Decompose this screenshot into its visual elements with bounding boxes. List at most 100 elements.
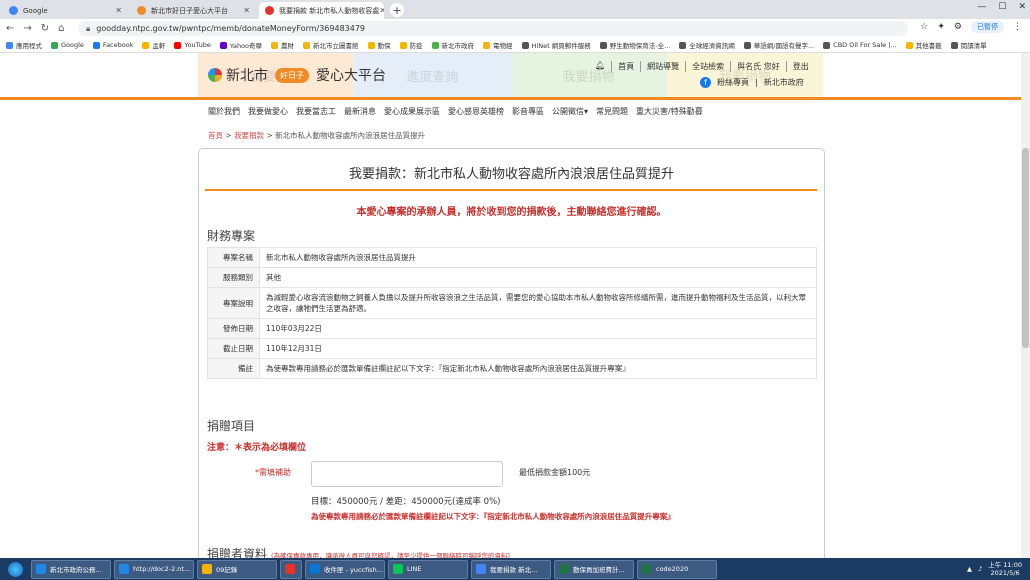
bookmark-item[interactable]: 全球經濟資訊網 (679, 40, 735, 50)
bookmark-item[interactable]: 農財 (271, 40, 294, 50)
table-row: 專案說明 為減輕愛心收容流浪動物之飼養人負擔以及提升所收容浪浪之生活品質，需要您的… (207, 287, 817, 319)
nav-item[interactable]: 常見問題 (596, 106, 628, 117)
bookmark-item[interactable]: 閱讀清單 (950, 40, 987, 50)
volume-icon[interactable]: ♪ (978, 565, 982, 573)
tab-close-icon[interactable]: ✕ (379, 6, 384, 15)
top-link[interactable]: 與名氏 您好 (737, 61, 787, 72)
browser-tab[interactable]: 我要捐款 新北市私人動物收容處 ✕ (259, 2, 384, 19)
taskbar-item[interactable]: 動保員加班費計... (554, 559, 634, 579)
bookmark-item[interactable]: Facebook (92, 41, 134, 49)
home-icon[interactable]: ⌂ (58, 23, 64, 34)
top-link[interactable]: 首頁 (618, 61, 642, 72)
bookmark-item[interactable]: 野生動物保育法-全... (599, 40, 670, 50)
site-logo[interactable]: 新北市 好日子 愛心大平台 (208, 65, 386, 85)
bookmark-item[interactable]: 其他書籤 (905, 40, 942, 50)
url-input[interactable]: 🔒︎ goodday.ntpc.gov.tw/pwntpc/memb/donat… (78, 21, 908, 36)
maximize-icon[interactable]: ☐ (998, 2, 1006, 12)
extension-icon[interactable]: ✦ (937, 22, 945, 32)
taskbar-item[interactable]: LINE (388, 559, 468, 579)
puzzle-icon[interactable]: ⚙ (954, 22, 962, 32)
bookmark-item[interactable]: 新北市立圖書館 (303, 40, 359, 50)
bookmark-item[interactable]: CBD Oil For Sale |... (823, 41, 897, 49)
bookmark-item[interactable]: 華語網/國語有聲字... (743, 40, 814, 50)
app-icon (642, 564, 652, 574)
minimize-icon[interactable]: — (977, 2, 986, 12)
bg-tab[interactable]: 我要捐物 (666, 53, 823, 98)
bookmark-item[interactable]: 動保 (367, 40, 391, 50)
top-link[interactable]: 全站檢索 (692, 61, 732, 72)
bell-icon[interactable]: 🔔︎ (595, 61, 613, 72)
taskbar-item[interactable]: 收件匣 - yuccfish... (305, 559, 385, 579)
browser-tab[interactable]: 新北市好日子愛心大平台 ✕ (131, 2, 256, 19)
bookmark-item[interactable]: 新北市政府 (431, 40, 474, 50)
bookmark-item[interactable]: 電物經 (483, 40, 513, 50)
app-icon (285, 564, 295, 574)
bookmark-item[interactable]: 孟軒 (142, 40, 165, 50)
row-label: 截止日期 (207, 338, 260, 359)
nav-item[interactable]: 公開徵信▾ (552, 106, 588, 117)
nav-item[interactable]: 我要做愛心 (248, 106, 288, 117)
bookmark-item[interactable]: YouTube (174, 41, 211, 49)
nav-item[interactable]: 關於我們 (208, 106, 240, 117)
network-icon[interactable]: ▲ (967, 565, 972, 573)
bookmark-item[interactable]: 應用程式 (6, 40, 42, 50)
clock[interactable]: 上午 11:00 2021/5/6 (988, 561, 1022, 577)
facebook-icon[interactable]: f (700, 77, 711, 88)
nav-item[interactable]: 重大災害/特殊勸募 (636, 106, 703, 117)
bg-tab[interactable]: 我要捐物 (510, 53, 667, 98)
taskbar-item[interactable]: code2020 (637, 559, 717, 579)
bookmark-label: 動保 (377, 42, 391, 50)
nav-item[interactable]: 我要當志工 (296, 106, 336, 117)
taskbar-item[interactable]: 新北市政府公務... (31, 559, 111, 579)
donation-panel: 我要捐款：新北市私人動物收容處所內浪浪居住品質提升 本愛心專案的承辦人員，將於收… (198, 148, 825, 578)
tab-close-icon[interactable]: ✕ (243, 6, 250, 15)
logo-badge: 好日子 (275, 67, 309, 83)
tab-favicon-icon (265, 6, 274, 15)
taskbar-item[interactable] (280, 559, 302, 579)
bookmark-item[interactable]: 防疫 (399, 40, 423, 50)
browser-tab[interactable]: Google ✕ (3, 2, 128, 19)
nav-item[interactable]: 愛心感恩英雄榜 (448, 106, 504, 117)
crumb-donate[interactable]: 我要捐款 (234, 131, 264, 140)
top-links: 🔔︎ 首頁 網站導覽 全站檢索 與名氏 您好 登出 (595, 61, 815, 72)
nav-item[interactable]: 最新消息 (344, 106, 376, 117)
scrollbar-thumb[interactable] (1022, 148, 1029, 348)
bookmark-item[interactable]: Google (51, 41, 84, 49)
reload-icon[interactable]: ↻ (41, 23, 49, 34)
table-row: 服務類別 其他 (207, 267, 817, 288)
crumb-home[interactable]: 首頁 (208, 131, 223, 140)
bookmark-star-icon[interactable]: ☆ (920, 22, 928, 32)
taskbar-item[interactable]: 09記錄 (197, 559, 277, 579)
nav-item[interactable]: 愛心成果展示區 (384, 106, 440, 117)
profile-button[interactable]: 已暫停 (971, 21, 1004, 33)
toolbar-right: ☆ ✦ ⚙ 已暫停 ⋮ (920, 21, 1022, 33)
title-divider (205, 189, 817, 191)
taskbar-label: 收件匣 - yuccfish... (324, 566, 383, 574)
back-icon[interactable]: ← (6, 23, 14, 34)
close-icon[interactable]: ✕ (1018, 2, 1026, 12)
gov-link[interactable]: 新北市政府 (764, 77, 804, 88)
start-button[interactable] (2, 559, 28, 579)
social-links: f 粉絲專頁 | 新北市政府 (700, 77, 804, 88)
amount-input[interactable] (311, 461, 503, 487)
tab-close-icon[interactable]: ✕ (115, 6, 122, 15)
bookmark-label: Facebook (102, 41, 134, 49)
taskbar-item[interactable]: http://doc2-2.nt... (114, 559, 194, 579)
page-scrollbar[interactable] (1021, 53, 1030, 560)
new-tab-button[interactable]: + (390, 3, 404, 17)
bookmark-label: 防疫 (409, 42, 423, 50)
bookmark-icon (219, 41, 227, 49)
bookmark-label: 電物經 (493, 42, 513, 50)
fb-link[interactable]: 粉絲專頁 (717, 77, 749, 88)
system-tray: ▲ ♪ 上午 11:00 2021/5/6 (967, 561, 1030, 577)
site-header: 我要捐款 進度查詢 我要捐物 我要捐物 新北市 好日子 愛心大平台 🔔︎ 首頁 … (0, 53, 1030, 98)
menu-icon[interactable]: ⋮ (1013, 22, 1022, 32)
forward-icon[interactable]: → (23, 23, 31, 34)
taskbar-item[interactable]: 我要捐款 新北... (471, 559, 551, 579)
nav-item[interactable]: 影音專區 (512, 106, 544, 117)
bookmark-item[interactable]: HiNet 網頁郵件服務 (521, 40, 591, 50)
bookmark-item[interactable]: Yahoo奇摩 (219, 40, 262, 50)
top-link[interactable]: 網站導覽 (647, 61, 687, 72)
bookmark-icon (399, 41, 407, 49)
top-link[interactable]: 登出 (793, 61, 815, 72)
